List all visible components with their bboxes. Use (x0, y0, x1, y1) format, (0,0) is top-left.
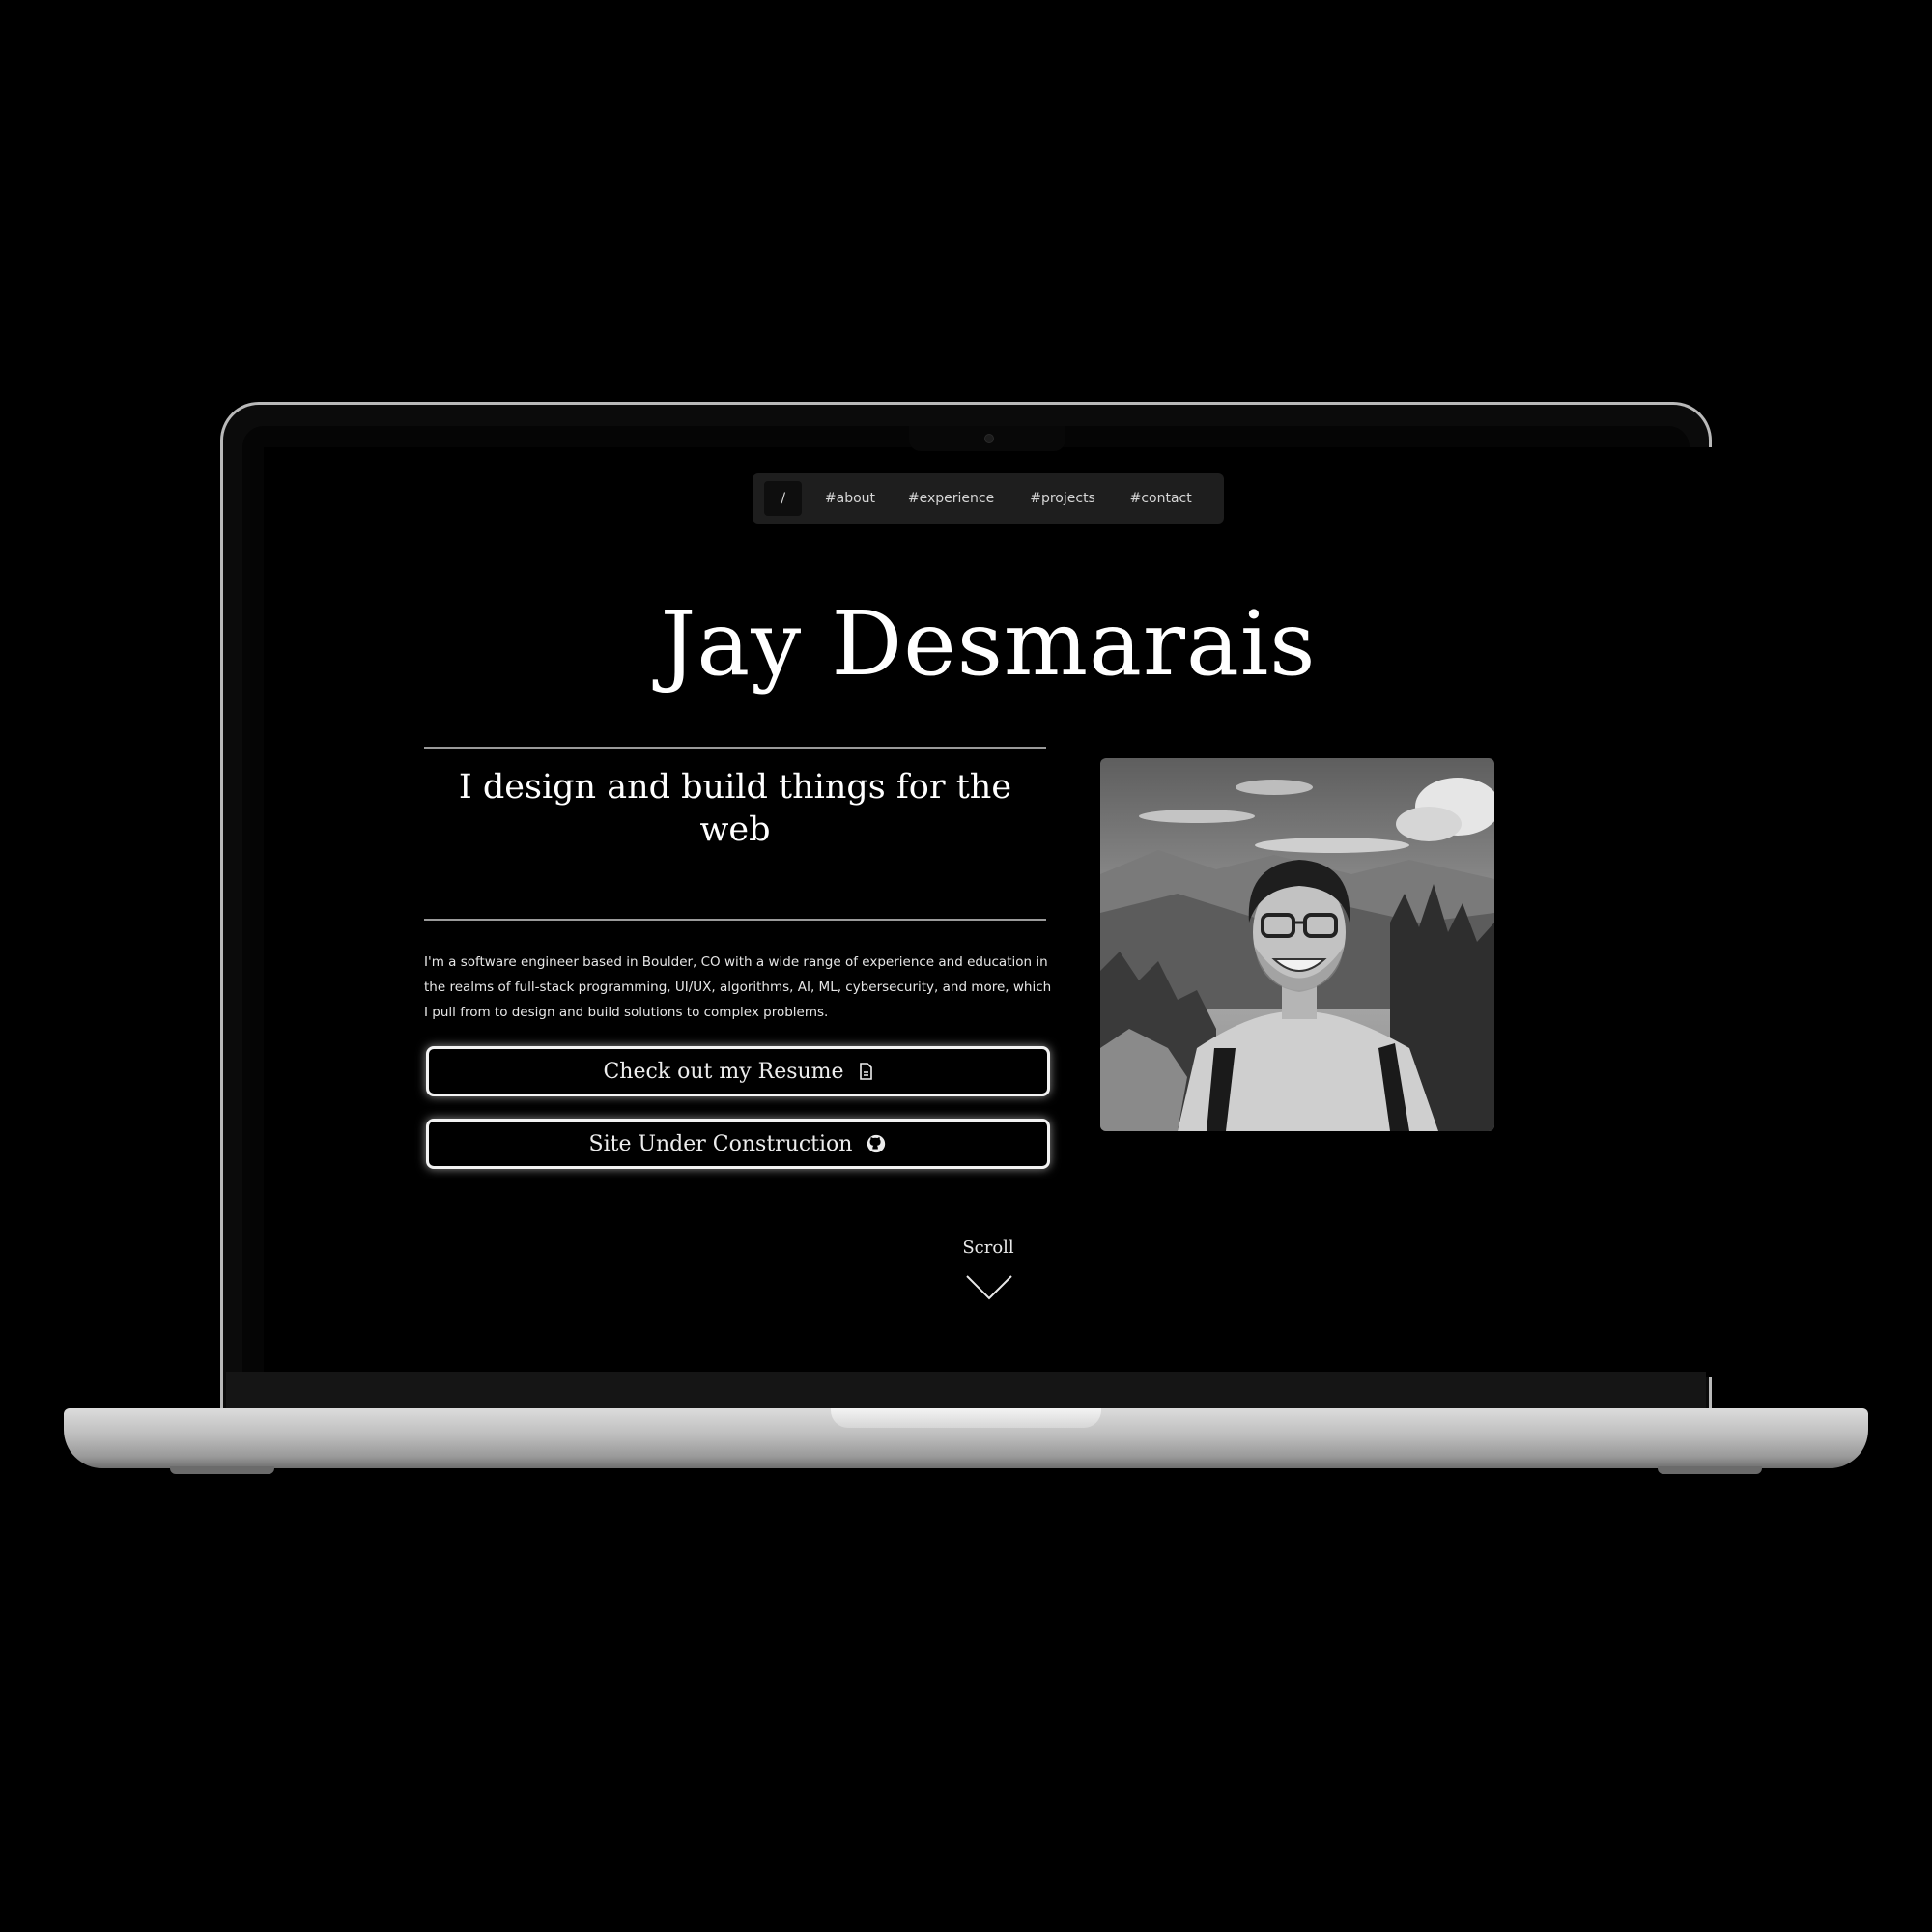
nav-projects[interactable]: #projects (1016, 481, 1110, 516)
camera-notch (909, 426, 1065, 451)
profile-photo-image (1100, 758, 1494, 1131)
github-icon (867, 1134, 886, 1153)
laptop-foot-left (170, 1466, 274, 1474)
chevron-down-icon[interactable] (965, 1274, 1013, 1301)
laptop-foot-right (1658, 1466, 1762, 1474)
profile-photo (1100, 758, 1494, 1131)
document-icon (859, 1063, 872, 1080)
hero-name: Jay Desmarais (660, 592, 1317, 696)
github-button-label: Site Under Construction (588, 1131, 853, 1156)
nav-home[interactable]: / (764, 481, 803, 516)
laptop-lid: / #about #experience #projects #contact … (220, 402, 1713, 1412)
scroll-label[interactable]: Scroll (264, 1237, 1713, 1258)
nav-experience[interactable]: #experience (886, 481, 1015, 516)
resume-button[interactable]: Check out my Resume (426, 1046, 1050, 1096)
camera-icon (984, 434, 994, 443)
divider-bottom (424, 919, 1046, 921)
nav-contact[interactable]: #contact (1109, 481, 1212, 516)
nav-about[interactable]: #about (813, 481, 886, 516)
stage: / #about #experience #projects #contact … (0, 0, 1932, 1932)
top-nav: / #about #experience #projects #contact (753, 473, 1224, 524)
laptop-base (64, 1408, 1868, 1468)
laptop-bezel: / #about #experience #projects #contact … (242, 426, 1713, 1412)
divider-top (424, 747, 1046, 749)
github-button[interactable]: Site Under Construction (426, 1119, 1050, 1169)
hero-bio: I'm a software engineer based in Boulder… (424, 954, 1052, 1020)
laptop-chin (226, 1372, 1706, 1412)
website-screen: / #about #experience #projects #contact … (264, 447, 1713, 1377)
hero-tagline: I design and build things for the web (458, 768, 1012, 849)
resume-button-label: Check out my Resume (603, 1059, 844, 1084)
laptop-base-notch (831, 1408, 1101, 1428)
